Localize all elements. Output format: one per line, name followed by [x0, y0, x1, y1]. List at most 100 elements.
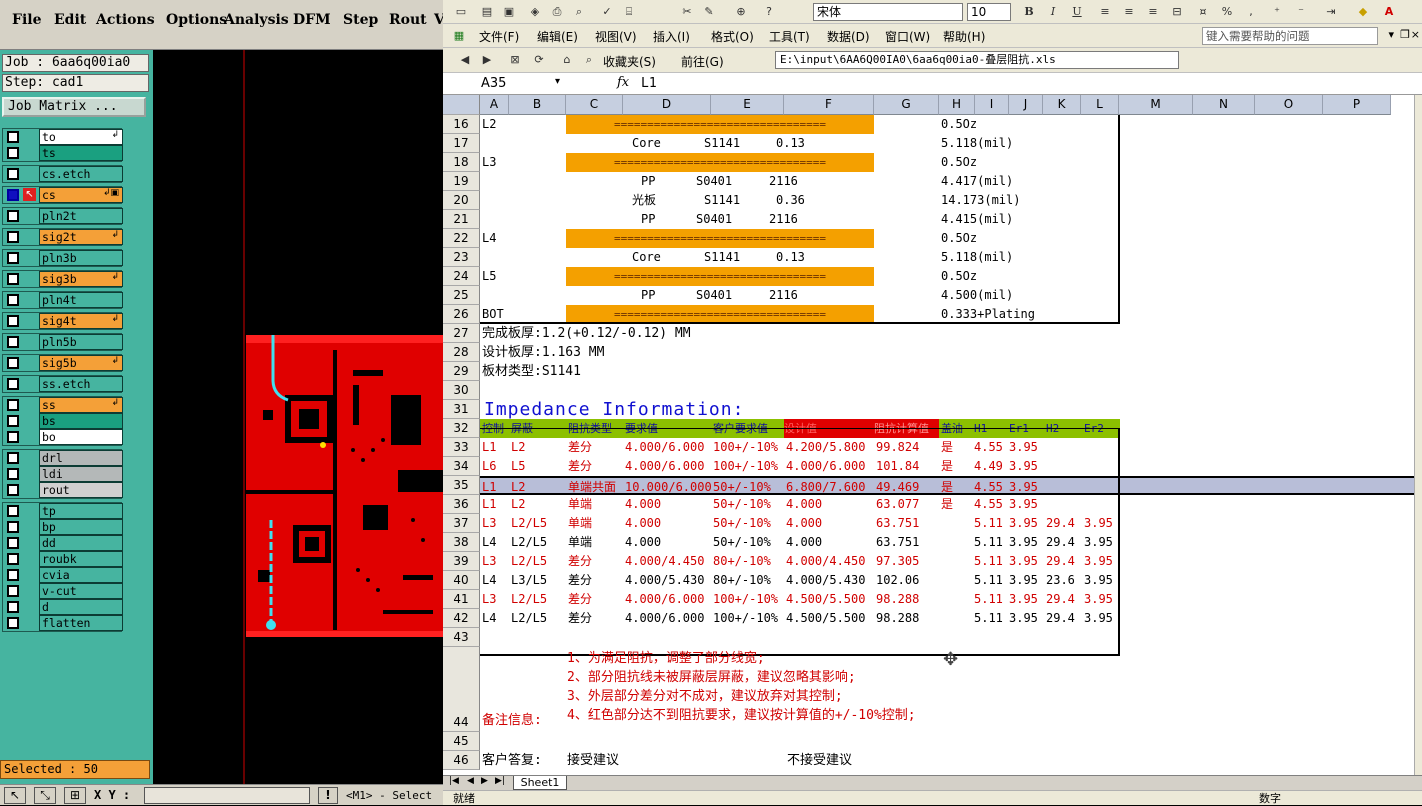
header-cell[interactable]: 盖油: [941, 419, 963, 438]
cell-g[interactable]: 63.077: [876, 495, 919, 514]
header-cell[interactable]: H2: [1046, 419, 1059, 438]
layer-checkbox[interactable]: [7, 415, 19, 427]
layer-checkbox[interactable]: [7, 315, 19, 327]
cell-h[interactable]: 是: [941, 457, 953, 476]
layer-checkbox[interactable]: [7, 431, 19, 443]
cell-d[interactable]: 4.000/6.000: [625, 590, 704, 609]
cell-l[interactable]: 3.95: [1084, 609, 1113, 628]
research-icon[interactable]: ⌸: [621, 4, 637, 20]
cell-f[interactable]: 4.500/5.500: [786, 590, 865, 609]
layer-name[interactable]: sig2t: [39, 229, 123, 245]
header-cell[interactable]: 阻抗计算值: [874, 419, 939, 438]
layer-checkbox[interactable]: [7, 468, 19, 480]
excel-menu-item[interactable]: 编辑(E): [537, 28, 578, 45]
cell-g[interactable]: 99.824: [876, 438, 919, 457]
cell-d[interactable]: 4.000/6.000: [625, 457, 704, 476]
layer-checkbox[interactable]: [7, 553, 19, 565]
cell-f[interactable]: 4.000: [786, 533, 822, 552]
column-header[interactable]: K: [1043, 95, 1081, 115]
spreadsheet-grid[interactable]: A B C D E F G H I J K L M N O P 16 L2 ====================…: [443, 95, 1422, 775]
sheet-nav-prev-icon[interactable]: ◀: [467, 776, 474, 786]
excel-menu-item[interactable]: 文件(F): [479, 28, 519, 45]
help-dropdown-icon[interactable]: ▾: [1388, 28, 1394, 41]
cell-f2[interactable]: 0.36: [776, 191, 805, 210]
cell-e[interactable]: 50+/-10%: [713, 514, 771, 533]
header-cell[interactable]: H1: [974, 419, 987, 438]
cell-e[interactable]: 100+/-10%: [713, 438, 778, 457]
column-header[interactable]: D: [623, 95, 711, 115]
cell-a[interactable]: L3: [482, 514, 496, 533]
cell-i[interactable]: 5.11: [974, 571, 1003, 590]
layer-checkbox[interactable]: [7, 168, 19, 180]
new-icon[interactable]: ▭: [453, 4, 469, 20]
cell-a[interactable]: L4: [482, 229, 496, 248]
column-header[interactable]: C: [566, 95, 623, 115]
cell-c[interactable]: 差分: [568, 457, 592, 476]
goto-menu[interactable]: 前往(G): [681, 53, 724, 70]
layer-name[interactable]: pln3b: [39, 250, 123, 266]
layer-row-roubk[interactable]: roubk: [3, 551, 123, 567]
cell-e2[interactable]: S1141: [704, 248, 740, 267]
cell-g[interactable]: 101.84: [876, 457, 919, 476]
hyperlink-icon[interactable]: ⊕: [733, 4, 749, 20]
cam-menu-step[interactable]: Step: [343, 12, 378, 28]
fx-icon[interactable]: fx: [617, 75, 629, 90]
cell-h[interactable]: 5.118(mil): [941, 134, 1013, 153]
cell-a[interactable]: L1: [482, 495, 496, 514]
layer-checkbox[interactable]: [7, 505, 19, 517]
row-header[interactable]: 38: [443, 533, 480, 552]
cell-d[interactable]: 4.000/5.430: [625, 571, 704, 590]
cell-j[interactable]: 3.95: [1009, 457, 1038, 476]
layer-copper-bar[interactable]: ================================: [566, 229, 874, 248]
excel-menu-item[interactable]: 数据(D): [827, 28, 870, 45]
print-icon[interactable]: ⎙: [549, 4, 565, 20]
sheet-nav-last-icon[interactable]: ▶|: [495, 776, 505, 786]
layer-row-sig2t[interactable]: sig2t ↲: [3, 229, 123, 245]
cell-f[interactable]: 4.000: [786, 495, 822, 514]
font-name-box[interactable]: 宋体: [813, 3, 963, 21]
remark-line[interactable]: 4、红色部分达不到阻抗要求，建议按计算值的+/-10%控制;: [567, 706, 916, 725]
row-header[interactable]: 46: [443, 751, 480, 770]
cell-d2[interactable]: Core: [632, 248, 661, 267]
cam-menu-actions[interactable]: Actions: [96, 12, 155, 28]
sheet-nav-next-icon[interactable]: ▶: [481, 776, 488, 786]
cell-c[interactable]: 单端: [568, 514, 592, 533]
cam-menu-options[interactable]: Options: [166, 12, 227, 28]
layer-copper-bar[interactable]: ================================: [566, 305, 874, 324]
align-left-icon[interactable]: ≡: [1097, 4, 1113, 20]
remark-line[interactable]: 2、部分阻抗线未被屏蔽层屏蔽，建议忽略其影响;: [567, 668, 856, 687]
cell-k[interactable]: 29.4: [1046, 590, 1075, 609]
cell-d[interactable]: 4.000/4.450: [625, 552, 704, 571]
cell-e[interactable]: 50+/-10%: [713, 495, 771, 514]
column-header[interactable]: J: [1009, 95, 1043, 115]
cell-a[interactable]: L3: [482, 590, 496, 609]
cell-f[interactable]: 4.200/5.800: [786, 438, 865, 457]
row-header[interactable]: 30: [443, 381, 480, 400]
layer-checkbox[interactable]: [7, 336, 19, 348]
open-icon[interactable]: ▤: [479, 4, 495, 20]
layer-name[interactable]: cvia: [39, 567, 123, 583]
layer-row-tp[interactable]: tp: [3, 503, 123, 519]
forward-icon[interactable]: ▶: [479, 52, 495, 68]
row-header[interactable]: 27: [443, 324, 480, 343]
cell-a[interactable]: BOT: [482, 305, 504, 324]
cam-menu-edit[interactable]: Edit: [54, 12, 86, 28]
cell-d4[interactable]: 光板: [632, 191, 656, 210]
name-box-dropdown-icon[interactable]: ▾: [555, 76, 560, 87]
cell-b[interactable]: L5: [511, 457, 525, 476]
cell-a[interactable]: L4: [482, 533, 496, 552]
row-header[interactable]: 22: [443, 229, 480, 248]
underline-icon[interactable]: U: [1069, 4, 1085, 20]
row-header[interactable]: 20: [443, 191, 480, 210]
excel-menu-item[interactable]: 视图(V): [595, 28, 637, 45]
cell-d[interactable]: 4.000: [625, 514, 661, 533]
cell-j[interactable]: 3.95: [1009, 514, 1038, 533]
pcb-canvas[interactable]: [153, 50, 443, 805]
layer-name[interactable]: drl: [39, 450, 123, 466]
column-header[interactable]: A: [480, 95, 509, 115]
cell-c[interactable]: 差分: [568, 590, 592, 609]
font-size-box[interactable]: 10: [967, 3, 1011, 21]
cell-j[interactable]: 3.95: [1009, 590, 1038, 609]
layer-row-dd[interactable]: dd: [3, 535, 123, 551]
cell-f3[interactable]: 2116: [769, 286, 798, 305]
